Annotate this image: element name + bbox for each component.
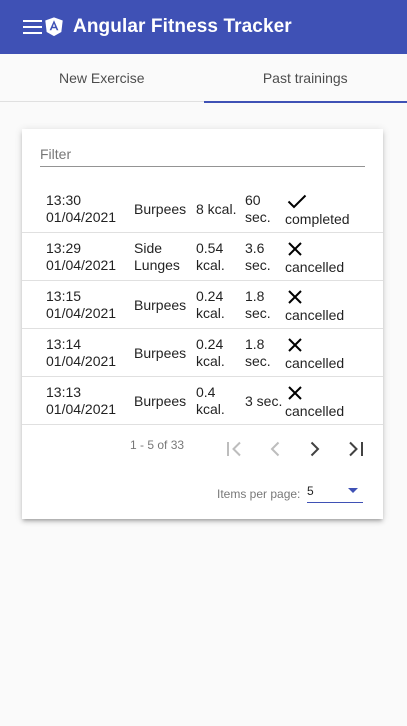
items-per-page-value: 5: [307, 483, 314, 498]
paginator: 1 - 5 of 33 Items per page: 5: [22, 425, 383, 519]
date-cell: 13:15 01/04/2021: [46, 281, 131, 329]
chevron-right-icon: [310, 441, 320, 457]
name-cell: Burpees: [134, 200, 187, 217]
date-text: 01/04/2021: [46, 305, 117, 321]
check-icon: [287, 194, 307, 208]
state-label: cancelled: [285, 258, 345, 275]
state-label: cancelled: [285, 306, 345, 323]
items-per-page-select[interactable]: 5: [307, 479, 363, 503]
calories-cell: 0.54 kcal.: [196, 240, 225, 273]
name-cell: Burpees: [134, 296, 187, 313]
menu-button[interactable]: [0, 0, 42, 54]
table-row: 13:29 01/04/2021 Side Lunges 0.54 kcal. 3…: [22, 233, 383, 281]
duration-cell: 1.8 sec.: [245, 288, 271, 321]
tab-past-trainings[interactable]: Past trainings: [203, 54, 407, 103]
previous-page-button[interactable]: [255, 429, 295, 469]
time-text: 13:15: [46, 288, 82, 304]
angular-logo-icon: [45, 17, 63, 37]
state-cell: cancelled: [285, 377, 375, 425]
menu-icon: [23, 20, 42, 34]
table-row: 13:30 01/04/2021 Burpees 8 kcal. 60 sec. …: [22, 185, 383, 233]
state-cell: cancelled: [285, 329, 375, 377]
time-text: 13:13: [46, 384, 82, 400]
date-text: 01/04/2021: [46, 353, 117, 369]
tab-bar: New Exercise Past trainings: [0, 54, 407, 103]
close-icon: [288, 385, 302, 400]
close-icon: [288, 241, 302, 256]
time-text: 13:14: [46, 336, 82, 352]
date-text: 01/04/2021: [46, 209, 117, 225]
state-label: cancelled: [285, 402, 345, 419]
close-icon: [288, 337, 302, 352]
name-cell: Side Lunges: [134, 240, 180, 273]
dropdown-arrow-icon: [348, 488, 358, 493]
state-label: completed: [285, 210, 350, 227]
app-toolbar: Angular Fitness Tracker: [0, 0, 407, 54]
table-row: 13:15 01/04/2021 Burpees 0.24 kcal. 1.8 s…: [22, 281, 383, 329]
date-cell: 13:30 01/04/2021: [46, 185, 131, 233]
app-title: Angular Fitness Tracker: [73, 16, 292, 37]
date-cell: 13:29 01/04/2021: [46, 233, 131, 281]
state-label: cancelled: [285, 354, 345, 371]
filter-field[interactable]: [40, 139, 365, 167]
calories-cell: 0.24 kcal.: [196, 336, 225, 369]
time-text: 13:29: [46, 240, 82, 256]
duration-cell: 3.6 sec.: [245, 240, 271, 273]
state-cell: completed: [285, 185, 375, 233]
chevron-left-icon: [270, 441, 280, 457]
paginator-range-label: 1 - 5 of 33: [130, 438, 185, 452]
close-icon: [288, 289, 302, 304]
first-page-button[interactable]: [215, 429, 255, 469]
filter-input[interactable]: [40, 139, 365, 162]
state-cell: cancelled: [285, 281, 375, 329]
calories-cell: 0.24 kcal.: [196, 288, 225, 321]
date-cell: 13:13 01/04/2021: [46, 377, 131, 425]
last-page-icon: [349, 441, 363, 457]
items-per-page-label: Items per page:: [217, 487, 301, 501]
name-cell: Burpees: [134, 344, 187, 361]
date-cell: 13:14 01/04/2021: [46, 329, 131, 377]
state-cell: cancelled: [285, 233, 375, 281]
time-text: 13:30: [46, 192, 82, 208]
next-page-button[interactable]: [295, 429, 335, 469]
table-row: 13:13 01/04/2021 Burpees 0.4 kcal. 3 sec.…: [22, 377, 383, 425]
first-page-icon: [227, 441, 241, 457]
past-trainings-card: 13:3001/04/2021 Burpees 8 kcal. 60 sec. …: [22, 129, 383, 519]
trainings-table: 13:30 01/04/2021 Burpees 8 kcal. 60 sec. …: [22, 185, 383, 425]
duration-cell: 1.8 sec.: [245, 336, 271, 369]
name-cell: Burpees: [134, 392, 187, 409]
date-text: 01/04/2021: [46, 401, 117, 417]
calories-cell: 0.4 kcal.: [196, 384, 225, 417]
last-page-button[interactable]: [335, 429, 375, 469]
calories-cell: 8 kcal.: [196, 200, 237, 217]
date-text: 01/04/2021: [46, 257, 117, 273]
duration-cell: 60 sec.: [245, 192, 271, 225]
tab-new-exercise[interactable]: New Exercise: [0, 54, 204, 102]
table-row: 13:14 01/04/2021 Burpees 0.24 kcal. 1.8 s…: [22, 329, 383, 377]
duration-cell: 3 sec.: [245, 392, 283, 409]
